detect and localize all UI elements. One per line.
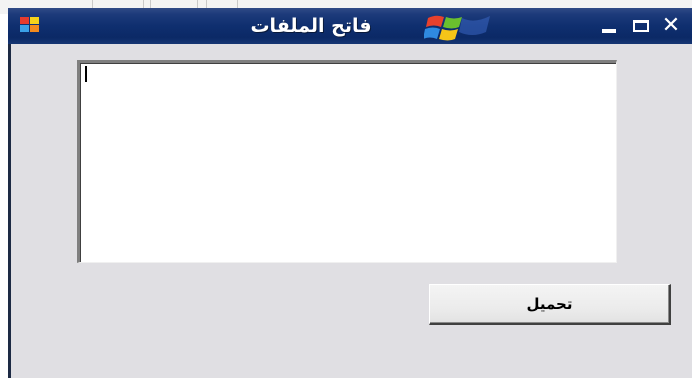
flag-motion-trail xyxy=(459,16,490,35)
close-button[interactable]: ✕ xyxy=(658,14,684,38)
app-icon-yellow-square xyxy=(30,17,39,24)
flag-blue-pane xyxy=(424,27,440,39)
title-bar[interactable]: فاتح الملفات ✕ xyxy=(8,8,692,44)
app-icon-red-square xyxy=(20,17,29,24)
minimize-icon xyxy=(602,29,616,33)
maximize-button[interactable] xyxy=(628,14,654,38)
app-icon-blue-square xyxy=(20,25,29,32)
text-cursor xyxy=(85,66,87,82)
app-window-icon[interactable] xyxy=(20,17,40,33)
app-icon-orange-square xyxy=(30,25,39,32)
flag-green-pane xyxy=(443,17,462,29)
maximize-icon xyxy=(633,20,649,32)
flag-red-pane xyxy=(426,15,444,27)
windows-flag-logo xyxy=(424,15,490,41)
close-icon: ✕ xyxy=(661,13,681,38)
text-area[interactable] xyxy=(77,60,617,263)
load-button[interactable]: تحميل xyxy=(429,284,671,325)
file-opener-window: فاتح الملفات ✕ تحميل xyxy=(8,8,692,378)
screen: فاتح الملفات ✕ تحميل xyxy=(0,0,692,378)
flag-yellow-pane xyxy=(439,29,458,41)
window-title: فاتح الملفات xyxy=(250,15,372,37)
minimize-button[interactable] xyxy=(596,14,622,38)
